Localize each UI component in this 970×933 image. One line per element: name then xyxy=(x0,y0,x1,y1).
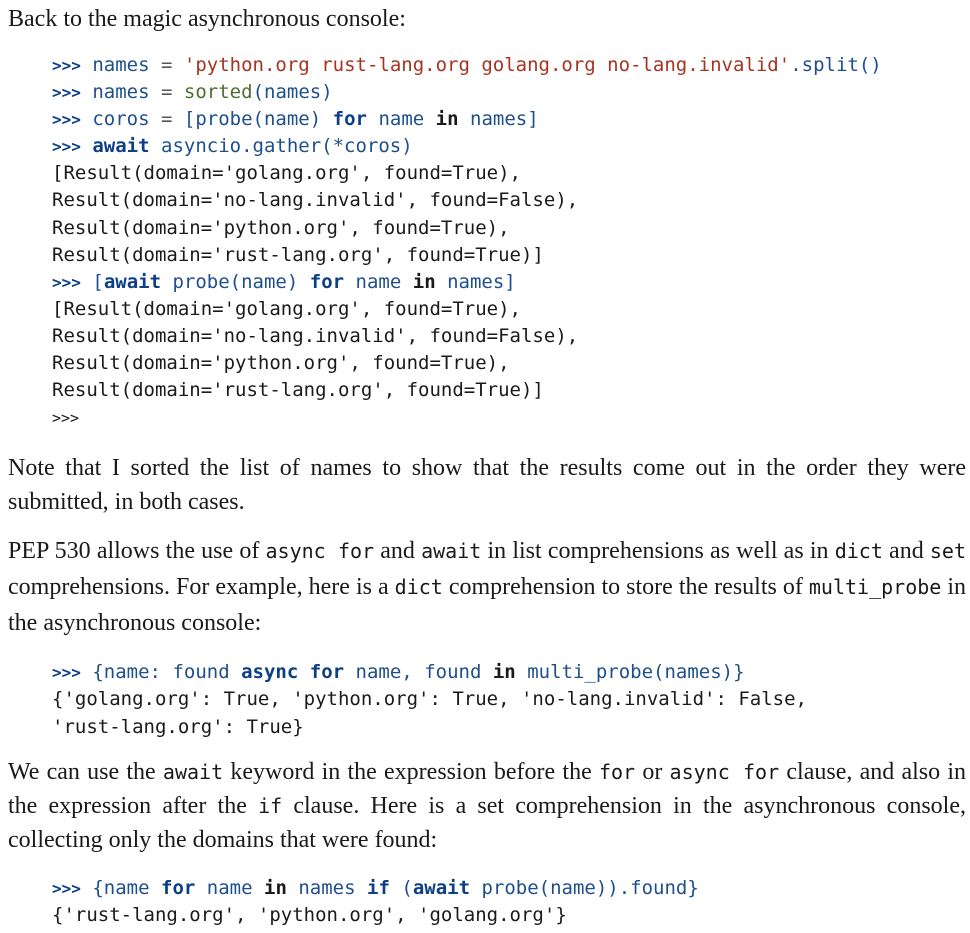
inline-code: await xyxy=(162,759,224,784)
inline-code: dict xyxy=(394,575,443,600)
console-output: {'golang.org': True, 'python.org': True,… xyxy=(52,688,807,738)
code-token: {name: xyxy=(92,661,161,684)
code-token: for xyxy=(332,108,367,131)
inline-code: if xyxy=(258,793,283,818)
intro-paragraph: Back to the magic asynchronous console: xyxy=(8,6,406,32)
code-token: = xyxy=(161,54,173,76)
text-run: comprehension to store the results of xyxy=(442,574,809,601)
code-token: {name xyxy=(92,876,150,899)
code-token: names xyxy=(298,876,356,899)
inline-code: for xyxy=(598,759,636,784)
code-token: in xyxy=(264,876,287,899)
inline-code: async for xyxy=(669,759,780,784)
code-token: (names) xyxy=(252,81,333,104)
prompt: >>> xyxy=(52,110,81,130)
code-token: names] xyxy=(470,108,539,131)
code-token: = xyxy=(161,81,173,104)
code-token: probe(name) xyxy=(172,270,299,293)
text-run: comprehensions. For example, here is a xyxy=(8,574,395,601)
code-token: for xyxy=(161,876,196,899)
code-token: names xyxy=(92,54,150,76)
code-token: ( xyxy=(401,876,413,899)
prompt: >>> xyxy=(52,83,81,103)
code-block-set-comprehension: >>> {name for name in names if (await pr… xyxy=(8,875,966,929)
code-token: found xyxy=(172,661,230,684)
code-token: asyncio.gather(*coros) xyxy=(161,135,413,158)
code-token: name xyxy=(206,876,253,899)
code-token: async xyxy=(241,661,299,684)
code-token: sorted xyxy=(183,81,253,104)
code-token: names xyxy=(92,81,150,104)
code-token: in xyxy=(492,661,516,684)
code-token: for xyxy=(309,661,345,684)
text-run: keyword in the expression before the xyxy=(223,758,599,785)
code-token: in xyxy=(412,270,436,293)
inline-code: dict xyxy=(834,539,883,564)
console-output: {'rust-lang.org', 'python.org', 'golang.… xyxy=(52,903,567,926)
text-run: in list comprehensions as well as in xyxy=(481,538,835,565)
pep530-paragraph: PEP 530 allows the use of async for and … xyxy=(8,533,966,641)
prompt: >>> xyxy=(52,663,81,683)
console-output: [Result(domain='golang.org', found=True)… xyxy=(52,162,579,266)
document-page: Back to the magic asynchronous console: … xyxy=(8,0,966,929)
code-block-dict-comprehension: >>> {name: found async for name, found i… xyxy=(8,659,966,740)
code-token: names] xyxy=(447,270,516,293)
text-run: PEP 530 allows the use of xyxy=(8,538,266,565)
code-token: probe(name)).found} xyxy=(481,876,699,899)
code-token: = xyxy=(161,108,173,131)
code-block-console-1: >>> names = 'python.org rust-lang.org go… xyxy=(8,52,966,432)
prompt: >>> xyxy=(52,878,81,898)
code-token: 'python.org rust-lang.org golang.org no-… xyxy=(183,54,791,76)
code-token: name xyxy=(378,108,425,131)
code-token: for xyxy=(309,270,345,293)
text-run: and xyxy=(374,538,422,565)
text-run: We can use the xyxy=(8,758,163,785)
inline-code: multi_probe xyxy=(808,575,942,600)
code-token: in xyxy=(435,108,459,131)
inline-code: set xyxy=(929,539,967,564)
code-token: multi_probe(names)} xyxy=(527,661,745,684)
note-paragraph: Note that I sorted the list of names to … xyxy=(8,455,966,516)
code-token: [probe(name) xyxy=(183,108,322,131)
inline-code: async for xyxy=(265,539,375,564)
prompt: >>> xyxy=(52,56,81,75)
text-run: or xyxy=(635,758,670,785)
code-token: found xyxy=(424,661,482,684)
code-token: if xyxy=(367,876,390,899)
code-token: coros xyxy=(92,108,150,131)
code-token: name xyxy=(355,270,402,293)
code-token: await xyxy=(103,270,162,293)
text-run: and xyxy=(882,538,930,565)
prompt: >>> xyxy=(52,137,81,157)
await-paragraph: We can use the await keyword in the expr… xyxy=(8,755,966,857)
console-output: [Result(domain='golang.org', found=True)… xyxy=(52,297,579,402)
code-token: await xyxy=(92,135,150,158)
code-token: .split() xyxy=(790,54,882,76)
code-token: name, xyxy=(355,661,413,684)
prompt: >>> xyxy=(52,272,81,292)
code-token: await xyxy=(412,876,471,899)
empty-prompt: >>> xyxy=(52,409,80,428)
code-token: [ xyxy=(92,270,104,293)
inline-code: await xyxy=(421,539,482,564)
